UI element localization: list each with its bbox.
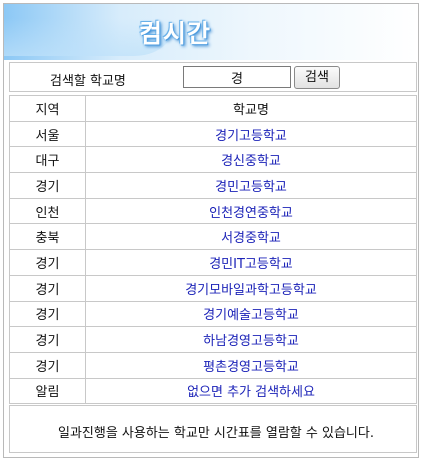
school-cell: 하남경영고등학교 bbox=[85, 326, 417, 353]
app-frame: 컴시간 검색할 학교명 검색 지역 학교명 서울경기고등학교대구경신중학교경기경… bbox=[3, 3, 419, 458]
table-row: 충북 서경중학교 bbox=[9, 223, 417, 251]
school-link[interactable]: 경기모바일과학고등학교 bbox=[185, 283, 317, 298]
table-header-row: 지역 학교명 bbox=[9, 95, 417, 122]
region-cell: 경기 bbox=[9, 326, 86, 353]
region-cell: 인천 bbox=[9, 197, 86, 225]
school-cell: 경기예술고등학교 bbox=[85, 300, 417, 328]
notice-text: 일과진행을 사용하는 학교만 시간표를 열람할 수 있습니다. bbox=[58, 426, 374, 441]
school-cell: 경신중학교 bbox=[85, 146, 417, 174]
table-row: 경기 경기모바일과학고등학교 bbox=[9, 274, 417, 302]
region-cell: 알림 bbox=[9, 377, 86, 405]
table-row: 대구 경신중학교 bbox=[9, 146, 417, 174]
region-cell: 대구 bbox=[9, 146, 86, 174]
column-header-region: 지역 bbox=[9, 95, 86, 122]
table-row: 경기 하남경영고등학교 bbox=[9, 326, 417, 353]
table-row: 경기 경민IT고등학교 bbox=[9, 249, 417, 276]
school-link[interactable]: 경신중학교 bbox=[221, 154, 281, 169]
region-cell: 경기 bbox=[9, 351, 86, 379]
search-bar: 검색할 학교명 검색 bbox=[9, 62, 417, 92]
school-link[interactable]: 경민고등학교 bbox=[215, 180, 287, 195]
search-button[interactable]: 검색 bbox=[294, 66, 340, 89]
school-cell: 인천경연중학교 bbox=[85, 197, 417, 225]
school-link[interactable]: 서경중학교 bbox=[221, 231, 281, 246]
school-link[interactable]: 평촌경영고등학교 bbox=[203, 360, 299, 375]
school-table: 지역 학교명 서울 경기고등학교대구 경신중학교경기 경민고등학교인천 인천경연중학교충… bbox=[9, 95, 417, 405]
school-link[interactable]: 인천경연중학교 bbox=[209, 206, 293, 221]
school-cell: 경민고등학교 bbox=[85, 172, 417, 199]
school-link[interactable]: 경기예술고등학교 bbox=[203, 308, 299, 323]
region-cell: 충북 bbox=[9, 223, 86, 251]
region-cell: 서울 bbox=[9, 120, 86, 148]
school-cell: 없으면 추가 검색하세요 bbox=[85, 377, 417, 405]
table-row: 경기 경기예술고등학교 bbox=[9, 300, 417, 328]
school-cell: 서경중학교 bbox=[85, 223, 417, 251]
table-row: 알림 없으면 추가 검색하세요 bbox=[9, 377, 417, 405]
school-link[interactable]: 없으면 추가 검색하세요 bbox=[187, 385, 315, 400]
school-link[interactable]: 경민IT고등학교 bbox=[209, 257, 293, 272]
app-title: 컴시간 bbox=[139, 19, 212, 48]
school-cell: 경민IT고등학교 bbox=[85, 249, 417, 276]
column-header-school: 학교명 bbox=[85, 95, 417, 122]
notice-box: 일과진행을 사용하는 학교만 시간표를 열람할 수 있습니다. bbox=[9, 405, 417, 453]
school-link[interactable]: 하남경영고등학교 bbox=[203, 334, 299, 349]
school-search-input[interactable] bbox=[183, 66, 291, 88]
table-row: 서울 경기고등학교 bbox=[9, 120, 417, 148]
search-label: 검색할 학교명 bbox=[50, 74, 126, 89]
region-cell: 경기 bbox=[9, 249, 86, 276]
header-banner: 컴시간 bbox=[4, 4, 418, 60]
school-cell: 경기고등학교 bbox=[85, 120, 417, 148]
school-link[interactable]: 경기고등학교 bbox=[215, 129, 287, 144]
region-cell: 경기 bbox=[9, 172, 86, 199]
table-row: 경기 경민고등학교 bbox=[9, 172, 417, 199]
region-cell: 경기 bbox=[9, 300, 86, 328]
region-cell: 경기 bbox=[9, 274, 86, 302]
table-row: 인천 인천경연중학교 bbox=[9, 197, 417, 225]
school-cell: 경기모바일과학고등학교 bbox=[85, 274, 417, 302]
table-row: 경기 평촌경영고등학교 bbox=[9, 351, 417, 379]
school-cell: 평촌경영고등학교 bbox=[85, 351, 417, 379]
